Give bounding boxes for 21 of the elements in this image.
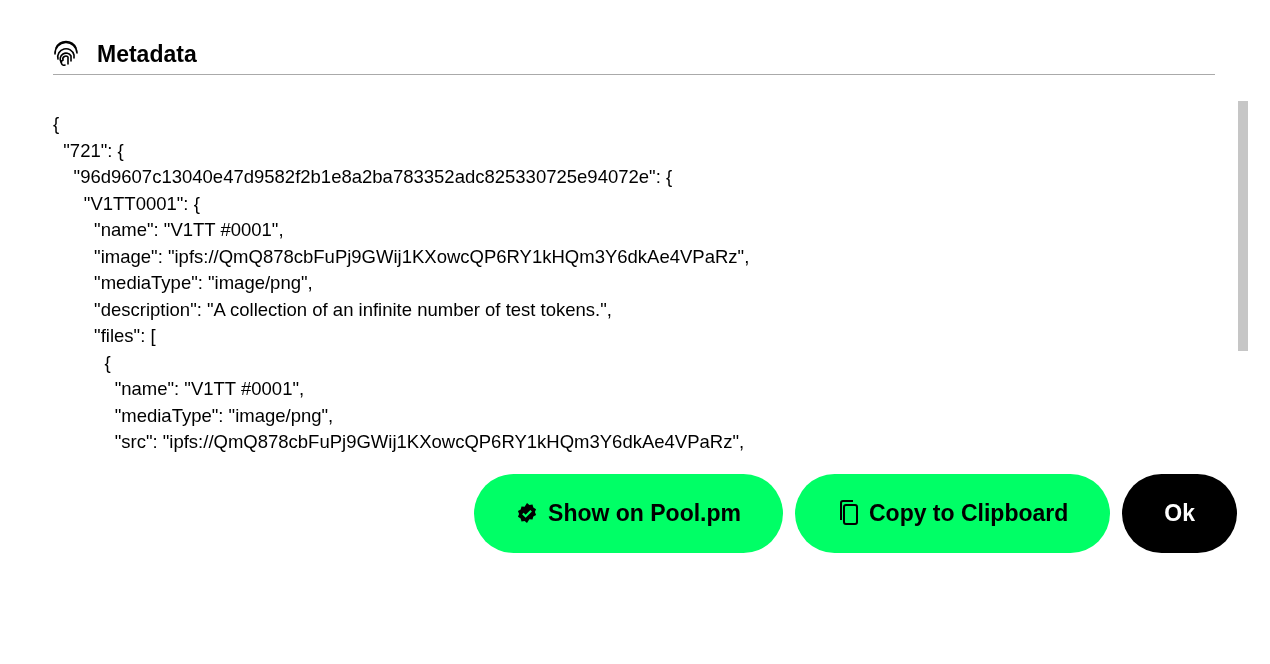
fingerprint-icon: [53, 40, 79, 68]
code-line: "description": "A collection of an infinite number of test tokens.",: [93, 297, 613, 322]
code-line: "721": {: [62, 138, 125, 163]
code-line: "96d9607c13040e47d9582f2b1e8a2ba783352adc825330725e94072e": {: [72, 165, 674, 189]
section-title: Metadata: [97, 40, 197, 68]
code-line: "files": [: [93, 324, 157, 348]
show-button[interactable]: Show on Pool.pm: [474, 473, 783, 553]
verified-badge-icon: [516, 502, 539, 524]
code-line: "name": "V1TT #0001",: [113, 377, 306, 401]
code-line: "name": "V1TT #0001",: [93, 218, 285, 242]
copy-button[interactable]: Copy to Clipboard: [795, 473, 1111, 553]
ok-button[interactable]: Ok: [1122, 473, 1237, 553]
code-line: "src": "ipfs://QmQ878cbFuPj9GWij1KXowcQP6RY1kHQm3Y6dkAe4VPaRz",: [113, 430, 746, 454]
code-line: {: [103, 350, 112, 375]
code-line: "mediaType": "image/png",: [93, 271, 314, 295]
code-line: "V1TT0001": {: [82, 191, 201, 216]
scrollbar-thumb[interactable]: [1238, 101, 1248, 351]
code-line: "image": "ipfs://QmQ878cbFuPj9GWij1KXowcQP6RY1kHQm3Y6dkAe4VPaRz",: [93, 244, 751, 269]
code-line: "mediaType": "image/png",: [113, 403, 335, 428]
code-line: {: [53, 112, 61, 136]
copy-icon: [837, 500, 859, 526]
